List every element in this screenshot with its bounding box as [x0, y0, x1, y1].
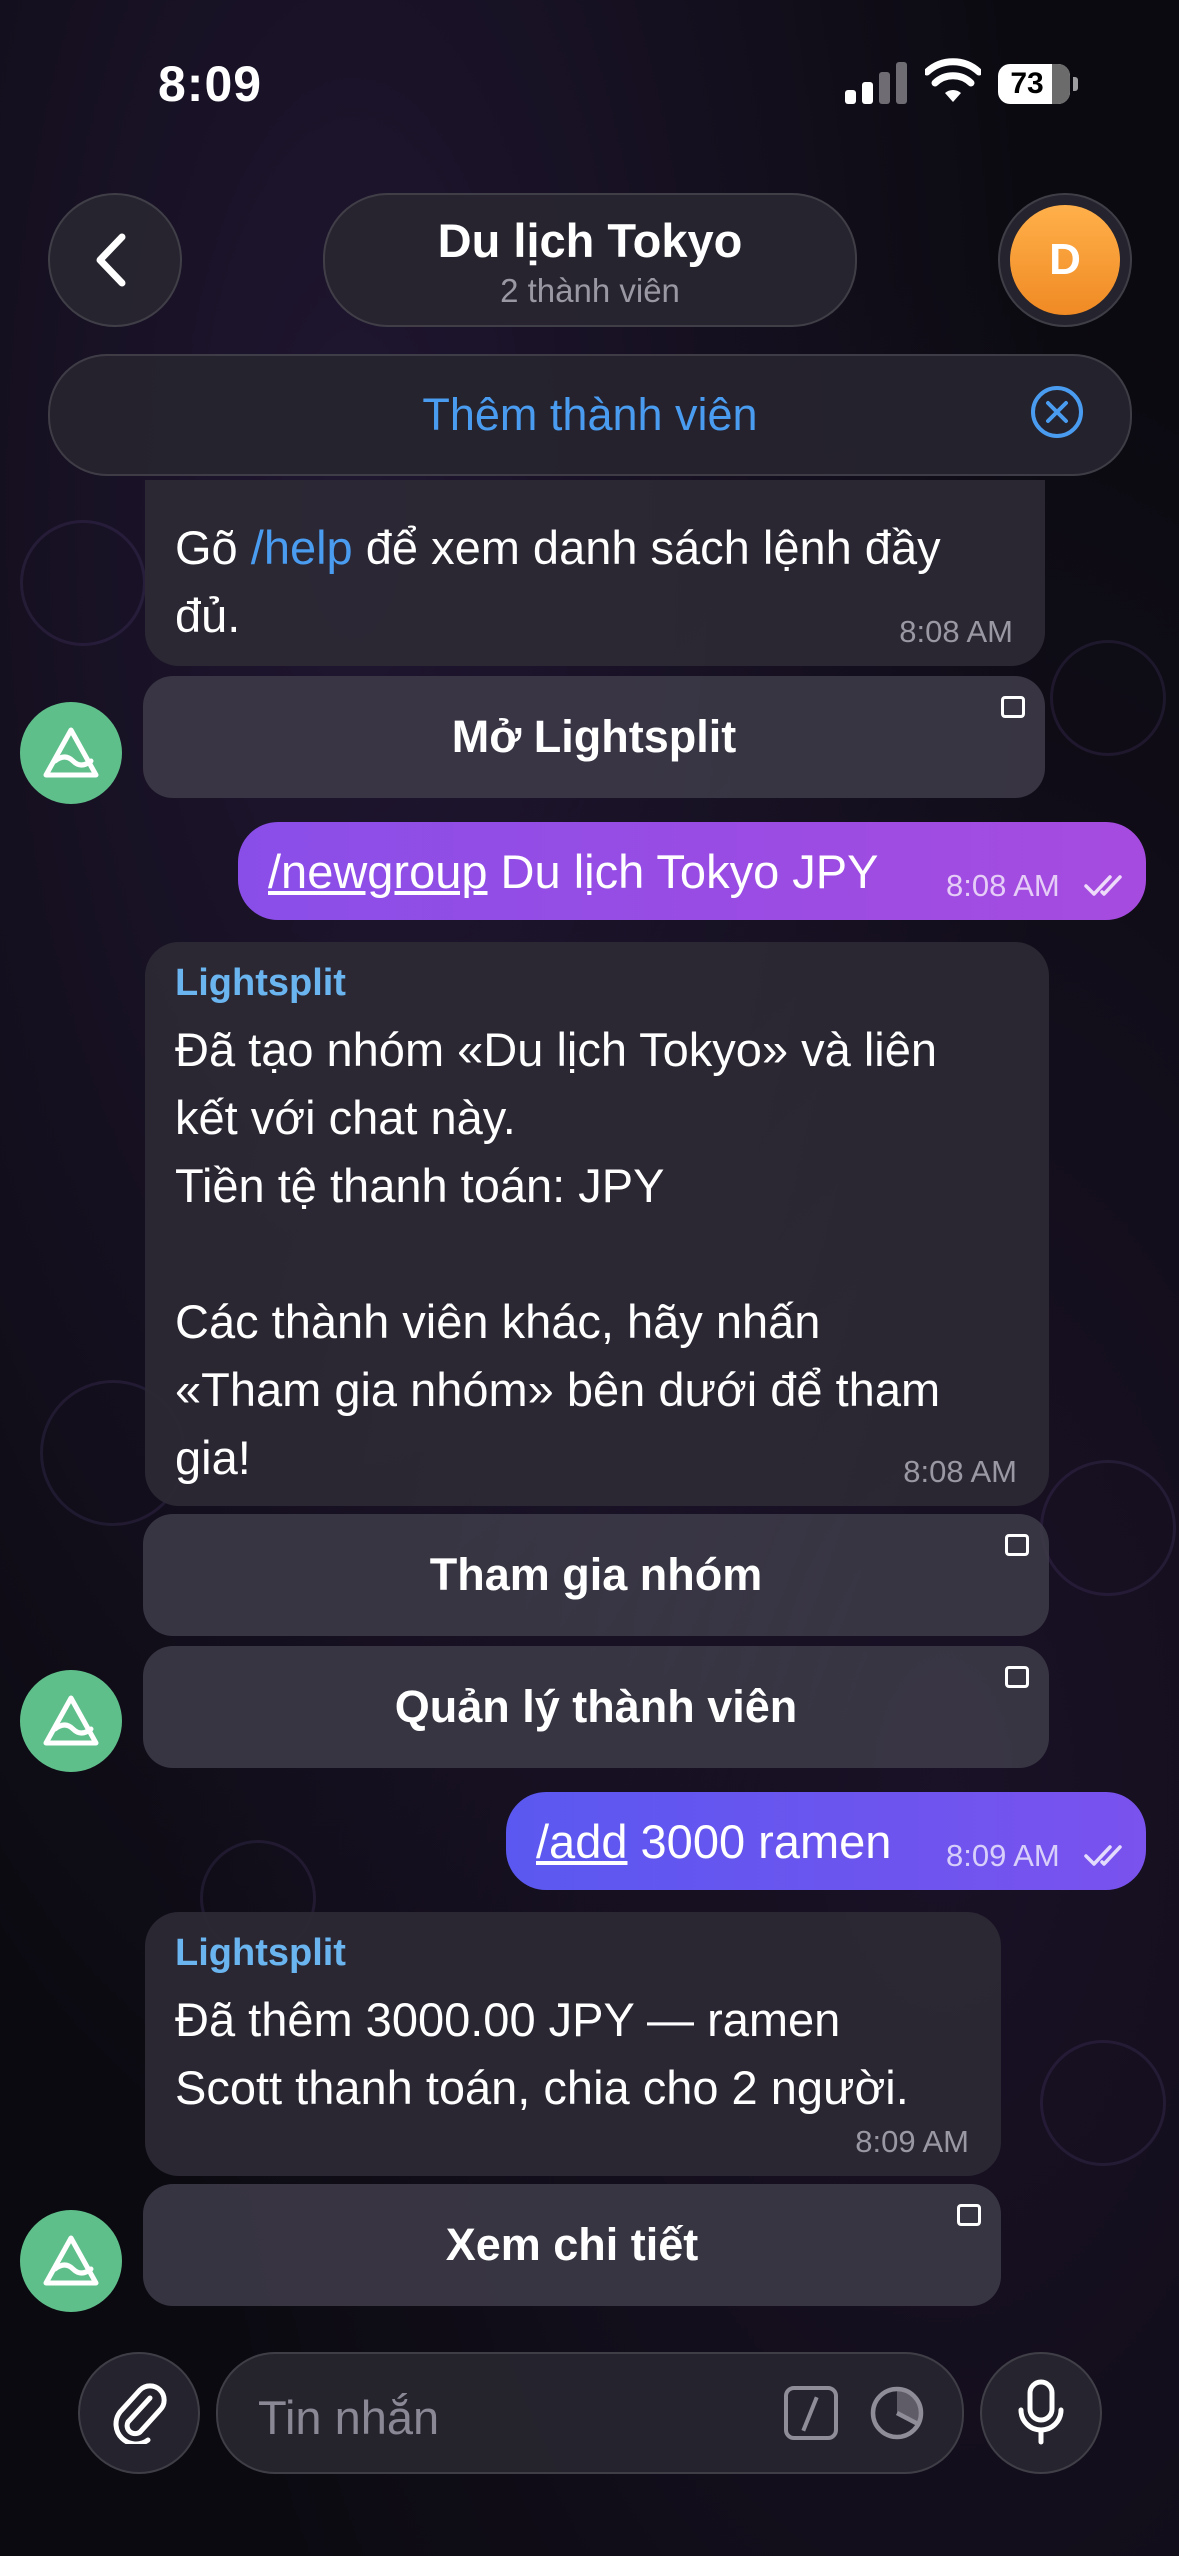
slash-command-icon[interactable] [784, 2386, 838, 2440]
lightsplit-logo-icon [43, 1695, 99, 1746]
button-label: Tham gia nhóm [429, 1549, 763, 1600]
status-time: 8:09 [158, 56, 263, 112]
newgroup-command-link[interactable]: /newgroup [268, 845, 488, 898]
message-input[interactable]: Tin nhắn [216, 2352, 964, 2474]
sender-name: Lightsplit [175, 962, 346, 1004]
background-doodle [1040, 2040, 1166, 2166]
open-app-icon [957, 2204, 981, 2226]
bot-avatar[interactable] [20, 2210, 122, 2312]
message-time: 8:08 AM [899, 614, 1013, 649]
double-check-icon [1084, 875, 1122, 896]
bot-message: Lightsplit Đã thêm 3000.00 JPY — ramen Sc… [145, 1912, 1001, 2176]
background-doodle [20, 520, 146, 646]
cellular-signal-icon [845, 62, 907, 104]
wifi-icon [925, 58, 981, 102]
button-label: Xem chi tiết [445, 2219, 699, 2270]
battery-indicator: 73 [998, 64, 1078, 104]
close-circle-icon[interactable] [1030, 385, 1084, 439]
join-group-button[interactable]: Tham gia nhóm [143, 1514, 1049, 1636]
back-button[interactable] [48, 193, 182, 327]
bot-message: Lightsplit Đã tạo nhóm «Du lịch Tokyo» v… [145, 942, 1049, 1506]
double-check-icon [1084, 1845, 1122, 1866]
paperclip-icon [113, 2383, 167, 2444]
message-text: Đã tạo nhóm «Du lịch Tokyo» và liên kết v… [175, 1023, 941, 1484]
message-placeholder: Tin nhắn [258, 2391, 440, 2444]
message-time: 8:08 AM [903, 1454, 1017, 1489]
message-text: Gõ /help để xem danh sách lệnh đầy đủ. [175, 521, 954, 642]
status-bar: 8:09 73 [0, 0, 1179, 170]
message-text: /newgroup Du lịch Tokyo JPY [268, 845, 879, 898]
lightsplit-logo-icon [43, 2235, 99, 2286]
open-lightsplit-button[interactable]: Mở Lightsplit [143, 676, 1045, 798]
add-member-label: Thêm thành viên [422, 389, 758, 440]
manage-members-button[interactable]: Quản lý thành viên [143, 1646, 1049, 1768]
outgoing-message: /newgroup Du lịch Tokyo JPY 8:08 AM [238, 822, 1146, 920]
open-app-icon [1005, 1666, 1029, 1688]
open-app-icon [1001, 696, 1025, 718]
voice-record-button[interactable] [980, 2352, 1102, 2474]
chat-member-count: 2 thành viên [500, 272, 680, 309]
bot-avatar[interactable] [20, 702, 122, 804]
sender-name: Lightsplit [175, 1932, 346, 1974]
message-time: 8:08 AM [946, 868, 1060, 903]
chevron-left-icon [96, 233, 126, 287]
add-command-link[interactable]: /add [536, 1815, 627, 1868]
chat-title-pill[interactable]: Du lịch Tokyo 2 thành viên [323, 193, 857, 327]
timer-icon[interactable] [868, 2384, 926, 2442]
bot-avatar[interactable] [20, 1670, 122, 1772]
chat-avatar-button[interactable]: D [998, 193, 1132, 327]
avatar: D [1010, 205, 1120, 315]
message-time: 8:09 AM [946, 1838, 1060, 1873]
message-text: Đã thêm 3000.00 JPY — ramen Scott thanh t… [175, 1993, 909, 2114]
attach-button[interactable] [78, 2352, 200, 2474]
message-text: /add 3000 ramen [536, 1815, 892, 1868]
battery-level: 73 [1010, 67, 1044, 100]
background-doodle [1040, 1460, 1176, 1596]
add-member-banner[interactable]: Thêm thành viên [48, 354, 1132, 476]
outgoing-message: /add 3000 ramen 8:09 AM [506, 1792, 1146, 1890]
microphone-icon [1018, 2379, 1064, 2445]
view-details-button[interactable]: Xem chi tiết [143, 2184, 1001, 2306]
bot-message: Gõ /help để xem danh sách lệnh đầy đủ. 8… [145, 480, 1045, 666]
chat-title: Du lịch Tokyo [437, 214, 743, 267]
open-app-icon [1005, 1534, 1029, 1556]
help-command-link[interactable]: /help [251, 521, 353, 574]
button-label: Mở Lightsplit [451, 711, 737, 762]
message-time: 8:09 AM [855, 2124, 969, 2159]
background-doodle [1050, 640, 1166, 756]
lightsplit-logo-icon [43, 727, 99, 778]
button-label: Quản lý thành viên [394, 1681, 798, 1732]
